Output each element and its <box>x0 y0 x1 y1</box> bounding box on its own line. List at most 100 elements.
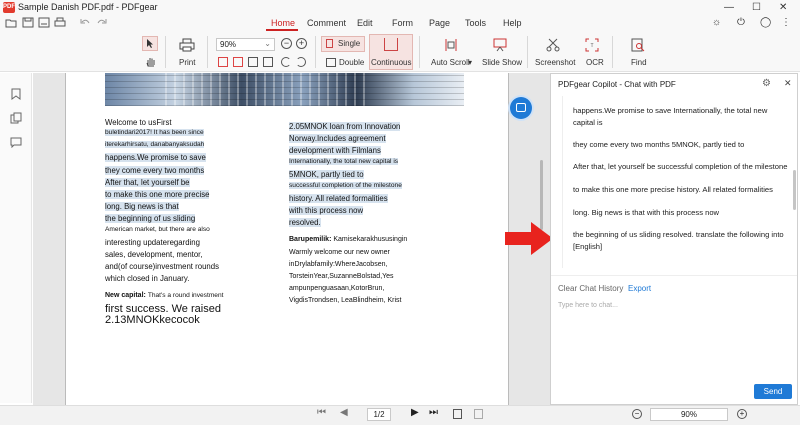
zoom-in-icon[interactable]: + <box>296 38 307 49</box>
right-column-line: with this process now <box>289 206 364 215</box>
big-line-2: 2.13MNOKkecocok <box>105 314 200 326</box>
print-icon[interactable] <box>179 38 195 52</box>
update-icon[interactable]: ⏻ <box>737 17 745 28</box>
right-column-line: resolved. <box>289 218 321 227</box>
page-indicator-box[interactable]: 1/2 <box>367 408 391 421</box>
left-column-line: After that, let yourself be <box>105 178 190 187</box>
left-column-line: which closed in January. <box>105 274 190 283</box>
chat-settings-icon[interactable]: ⚙ <box>762 78 771 89</box>
close-button[interactable]: ✕ <box>779 2 787 13</box>
menu-edit[interactable]: Edit <box>357 18 373 28</box>
status-zoom-out-icon[interactable]: − <box>632 409 642 419</box>
new-capital-line: New capital: That's a round investment <box>105 292 223 299</box>
continuous-label: Continuous <box>371 58 412 67</box>
send-button[interactable]: Send <box>754 384 792 399</box>
owner-line: Warmly welcome our new owner <box>289 249 390 256</box>
zoom-select[interactable]: 90% ⌄ <box>216 38 275 51</box>
theme-icon[interactable]: ☼ <box>712 17 721 28</box>
screenshot-label[interactable]: Screenshot <box>535 58 575 67</box>
menu-home[interactable]: Home <box>271 18 295 28</box>
right-column-line: development with Filmlans <box>289 146 381 155</box>
menu-page[interactable]: Page <box>429 18 450 28</box>
account-icon[interactable]: ◯ <box>760 17 771 28</box>
slide-show-label[interactable]: Slide Show <box>482 58 522 67</box>
chat-message-line: [English] <box>573 242 603 251</box>
maximize-button[interactable]: ☐ <box>752 2 761 13</box>
right-column-line: Internationally, the total new capital i… <box>289 158 399 165</box>
building-photo <box>105 73 464 106</box>
copilot-button[interactable] <box>510 97 532 119</box>
rotate-left-icon[interactable] <box>281 57 291 67</box>
left-column-line: sales, development, mentor, <box>105 250 203 259</box>
open-folder-icon[interactable] <box>5 17 17 28</box>
thumbnails-icon[interactable] <box>10 112 22 124</box>
chat-title: PDFgear Copilot - Chat with PDF <box>558 80 676 89</box>
save-icon[interactable] <box>22 17 34 28</box>
next-page-icon[interactable]: ▶ <box>411 407 419 418</box>
go-forward-icon[interactable] <box>474 409 483 419</box>
auto-scroll-chevron-icon[interactable]: ▾ <box>468 58 472 67</box>
redo-icon[interactable] <box>96 17 108 28</box>
export-button[interactable]: Export <box>628 284 651 293</box>
auto-scroll-icon[interactable] <box>444 38 458 52</box>
find-label[interactable]: Find <box>631 58 647 67</box>
chat-message-line: to make this one more precise history. A… <box>573 185 773 194</box>
right-column-line: 5MNOK, partly tied to <box>289 170 364 179</box>
chat-close-icon[interactable]: ✕ <box>784 78 792 89</box>
status-zoom-box[interactable]: 90% <box>650 408 728 421</box>
document-scrollbar[interactable] <box>540 160 543 230</box>
zoom-out-icon[interactable]: − <box>281 38 292 49</box>
fit-width-icon[interactable] <box>233 57 243 67</box>
left-column-line: happens.We promise to save <box>105 153 206 162</box>
status-zoom-in-icon[interactable]: + <box>737 409 747 419</box>
print-label[interactable]: Print <box>179 58 195 67</box>
save-as-icon[interactable] <box>38 17 50 28</box>
slide-show-icon[interactable] <box>493 38 507 52</box>
svg-text:T: T <box>590 43 593 49</box>
go-back-icon[interactable] <box>453 409 462 419</box>
auto-scroll-label[interactable]: Auto Scroll <box>431 58 470 67</box>
hand-tool-icon[interactable] <box>145 56 156 67</box>
chat-input[interactable]: Type here to chat... <box>558 302 790 378</box>
rotate-right-icon[interactable] <box>296 57 306 67</box>
app-logo-icon: PDF <box>3 2 15 13</box>
menu-home-underline <box>266 29 298 31</box>
more-icon[interactable]: ⋮ <box>781 17 791 28</box>
undo-icon[interactable] <box>79 17 91 28</box>
menu-form[interactable]: Form <box>392 18 413 28</box>
left-column-line: interesting updateregarding <box>105 238 200 247</box>
left-column-line: the beginning of us sliding <box>105 214 196 223</box>
double-page-icon[interactable] <box>326 58 336 67</box>
fit-visible-icon[interactable] <box>263 57 273 67</box>
chat-scrollbar[interactable] <box>793 170 796 210</box>
actual-size-icon[interactable] <box>248 57 258 67</box>
double-label[interactable]: Double <box>339 58 364 67</box>
find-icon[interactable] <box>631 38 645 52</box>
comments-icon[interactable] <box>10 137 22 148</box>
left-column-line: American market, but there are also <box>105 226 210 233</box>
left-column-line: to make this one more precise <box>105 190 210 199</box>
prev-page-icon[interactable]: ◀ <box>340 407 348 418</box>
ocr-icon[interactable]: T <box>585 38 599 52</box>
window-title: Sample Danish PDF.pdf - PDFgear <box>18 2 158 12</box>
right-column-line: 2.05MNOK loan from Innovation <box>289 122 401 131</box>
single-label: Single <box>338 39 361 48</box>
last-page-icon[interactable]: ⏭ <box>429 407 438 418</box>
menu-comment[interactable]: Comment <box>307 18 346 28</box>
right-column-line: Norway.Includes agreement <box>289 134 386 143</box>
screenshot-icon[interactable] <box>546 38 560 52</box>
menu-help[interactable]: Help <box>503 18 522 28</box>
bookmark-icon[interactable] <box>11 88 21 100</box>
print-quick-icon[interactable] <box>54 17 66 28</box>
left-column-line: iterekarhirsatu, danabanyaksudah <box>105 141 205 148</box>
fit-page-icon[interactable] <box>218 57 228 67</box>
clear-chat-history-button[interactable]: Clear Chat History <box>558 284 623 293</box>
menu-tools[interactable]: Tools <box>465 18 486 28</box>
ocr-label[interactable]: OCR <box>586 58 604 67</box>
minimize-button[interactable]: — <box>724 2 734 13</box>
barupemilik-line: Barupemilik: Kamisekarakhususingin <box>289 236 407 243</box>
cursor-icon <box>147 39 153 48</box>
first-page-icon[interactable]: ⏮ <box>317 407 326 418</box>
continuous-icon <box>384 38 398 51</box>
owner-line: ampunpenguasaan,KotorBrun, <box>289 285 385 292</box>
